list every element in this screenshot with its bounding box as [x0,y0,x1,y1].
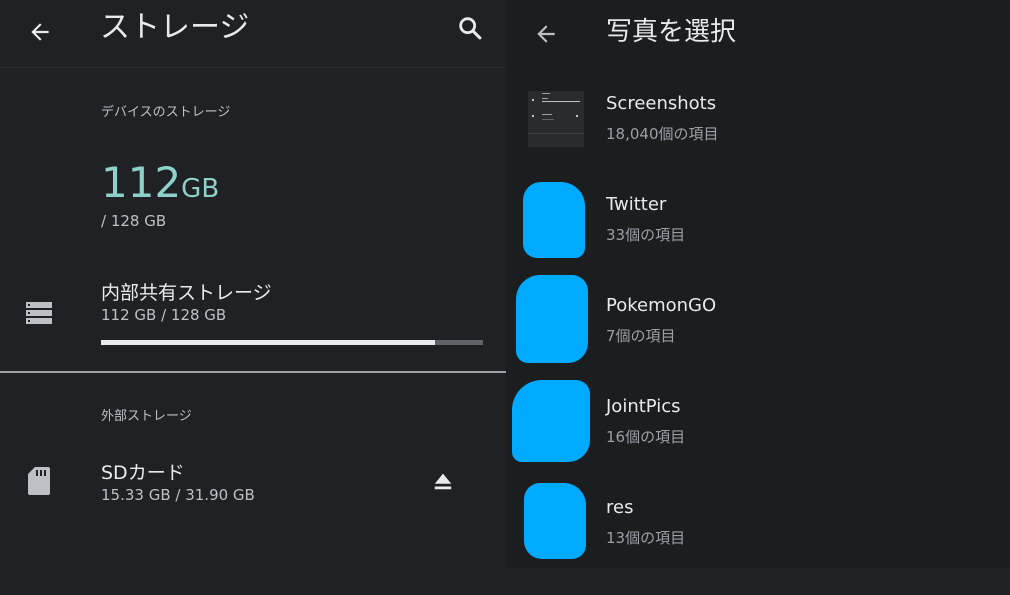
album-count: 13個の項目 [606,529,686,547]
used-value-number: 112 [101,158,182,207]
used-value-unit: GB [181,174,220,204]
total-storage-label: / 128 GB [101,212,167,230]
album-name: Screenshots [606,93,717,114]
back-arrow-icon[interactable] [526,14,566,54]
album-name: PokemonGO [606,295,717,316]
internal-storage-usage: 112 GB / 128 GB [101,306,227,324]
album-item-res[interactable]: res 13個の項目 [506,483,1010,595]
album-count: 18,040個の項目 [606,125,719,143]
sd-card-title: SDカード [101,462,185,484]
back-arrow-icon[interactable] [20,12,60,52]
album-item-screenshots[interactable]: Screenshots 18,040個の項目 [506,91,1010,191]
eject-icon[interactable] [428,466,458,496]
redacted-thumbnail [524,483,586,559]
internal-storage-title: 内部共有ストレージ [101,282,272,304]
internal-storage-progress-fill [101,340,436,345]
album-count: 33個の項目 [606,226,686,244]
album-name: JointPics [606,396,681,417]
redacted-thumbnail [516,275,588,363]
internal-storage-progress [101,340,483,345]
storage-header: ストレージ [0,0,506,68]
storage-panel: ストレージ デバイスのストレージ 112GB / 128 GB 内部共有ストレー… [0,0,506,568]
sd-card-usage: 15.33 GB / 31.90 GB [101,486,255,504]
page-title: ストレージ [100,10,250,45]
album-thumbnail [528,91,584,147]
external-storage-section-label: 外部ストレージ [101,409,192,424]
sd-card-icon [26,464,52,498]
album-name: Twitter [606,194,667,215]
album-count: 16個の項目 [606,428,686,446]
album-item-jointpics[interactable]: JointPics 16個の項目 [506,380,1010,494]
device-storage-section-label: デバイスのストレージ [101,105,231,120]
picker-title: 写真を選択 [606,17,737,47]
storage-stack-icon [24,300,54,326]
redacted-thumbnail [523,182,585,258]
album-item-twitter[interactable]: Twitter 33個の項目 [506,182,1010,292]
search-icon[interactable] [450,8,490,48]
used-storage-value: 112GB [101,158,219,214]
redacted-thumbnail [512,380,590,462]
album-name: res [606,497,634,518]
album-item-pokemongo[interactable]: PokemonGO 7個の項目 [506,275,1010,393]
album-count: 7個の項目 [606,327,676,345]
section-divider [0,371,506,373]
